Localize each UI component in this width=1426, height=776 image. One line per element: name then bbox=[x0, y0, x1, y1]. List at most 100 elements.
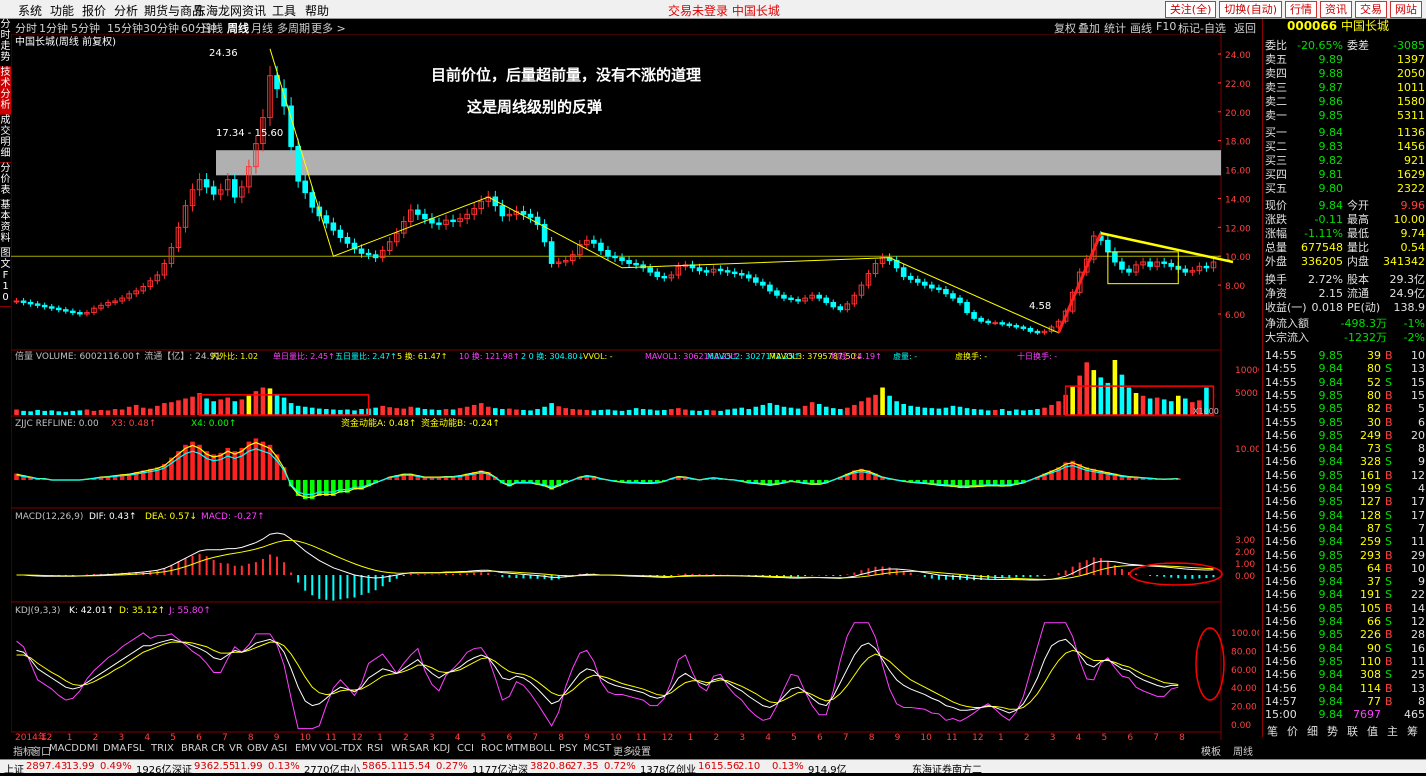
quote-cell: 14:56 bbox=[1265, 575, 1297, 589]
candle bbox=[48, 306, 55, 309]
chart-tool-4[interactable]: F10 bbox=[1156, 20, 1176, 33]
menu-item-5[interactable]: 东海龙网 bbox=[194, 2, 242, 19]
zjjc-header-item: 资金动能A: 0.48↑ bbox=[341, 417, 416, 429]
quote-tab-5[interactable]: 值 bbox=[1367, 725, 1378, 738]
indicator-tab-5[interactable]: FSL bbox=[127, 743, 145, 754]
indicator-tab-8[interactable]: CR bbox=[211, 743, 225, 754]
quote-cell: 9.85 bbox=[1318, 654, 1344, 668]
time-tick: 8 bbox=[1179, 733, 1185, 740]
menu-item-1[interactable]: 功能 bbox=[50, 2, 74, 19]
indicator-tab-18[interactable]: CCI bbox=[457, 743, 474, 754]
macd-header-item: DEA: 0.57↓ bbox=[145, 512, 197, 522]
indicator-tab-2[interactable]: MACD bbox=[49, 743, 79, 754]
indicator-tab-13[interactable]: VOL-TDX bbox=[319, 743, 362, 754]
zjjc-bar bbox=[218, 452, 224, 480]
indicator-tab-12[interactable]: EMV bbox=[295, 743, 317, 754]
candle bbox=[943, 288, 949, 295]
volume-bar bbox=[873, 394, 878, 415]
indicator-tab-21[interactable]: BOLL bbox=[529, 743, 555, 754]
quote-tab-2[interactable]: 细 bbox=[1307, 725, 1318, 738]
indicator-tab-11[interactable]: ASI bbox=[271, 743, 287, 754]
quote-tab-7[interactable]: 筹 bbox=[1407, 725, 1418, 738]
quote-cell: 13 bbox=[1411, 681, 1425, 695]
quote-tab-3[interactable]: 势 bbox=[1327, 725, 1338, 738]
quote-cell: 最高 bbox=[1347, 213, 1369, 226]
indicator-tab-6[interactable]: TRIX bbox=[151, 743, 174, 754]
quote-cell: 37 bbox=[1367, 575, 1381, 589]
quote-cell: 1629 bbox=[1397, 168, 1425, 181]
indicator-tab-7[interactable]: BRAR bbox=[181, 743, 208, 754]
volume-bar bbox=[577, 409, 583, 415]
indicator-tab-24[interactable]: 更多 bbox=[613, 743, 633, 758]
quote-tab-0[interactable]: 笔 bbox=[1267, 725, 1278, 738]
quote-tab-1[interactable]: 价 bbox=[1287, 725, 1298, 738]
indicator-tab-10[interactable]: OBV bbox=[247, 743, 268, 754]
quote-cell: 9.74 bbox=[1400, 227, 1426, 240]
indicator-tab-4[interactable]: DMA bbox=[103, 743, 126, 754]
left-tab-0[interactable]: 分时走势 bbox=[0, 19, 11, 67]
volume-bar bbox=[816, 404, 822, 415]
index-name-0[interactable]: 上证 bbox=[4, 761, 24, 776]
indicator-tab-9[interactable]: VR bbox=[229, 743, 243, 754]
menu-item-0[interactable]: 系统 bbox=[18, 2, 42, 19]
quote-cell: 28 bbox=[1411, 628, 1425, 642]
tick-row: 14:56 9.85 110 B 11 bbox=[1263, 655, 1426, 668]
index-name-2[interactable]: 中小 bbox=[340, 761, 360, 776]
quote-cell: 30 bbox=[1367, 415, 1381, 429]
top-button-3[interactable]: 资讯 bbox=[1320, 1, 1352, 18]
chart-area[interactable]: 24.0022.0020.0018.0016.0014.0012.0010.00… bbox=[11, 34, 1259, 740]
volume-bar bbox=[950, 405, 956, 415]
indicator-tab-20[interactable]: MTM bbox=[505, 743, 528, 754]
volume-bar bbox=[971, 409, 977, 415]
menu-item-7[interactable]: 工具 bbox=[272, 2, 296, 19]
menu-item-3[interactable]: 分析 bbox=[114, 2, 138, 19]
volume-bar bbox=[21, 410, 26, 415]
volume-bar bbox=[140, 407, 146, 415]
left-tab-4[interactable]: 基本资料 bbox=[0, 200, 11, 248]
index-name-4[interactable]: 创业 bbox=[676, 761, 696, 776]
top-button-5[interactable]: 网站 bbox=[1390, 1, 1422, 18]
menu-item-6[interactable]: 资讯 bbox=[242, 2, 266, 19]
volume-bar bbox=[1014, 409, 1019, 415]
indicator-tab-19[interactable]: ROC bbox=[481, 743, 503, 754]
indicator-tab-3[interactable]: DMI bbox=[79, 743, 98, 754]
indicator-tab-26[interactable]: 模板 bbox=[1201, 743, 1221, 758]
menu-item-8[interactable]: 帮助 bbox=[305, 2, 329, 19]
quote-tab-4[interactable]: 联 bbox=[1347, 725, 1358, 738]
tick-row: 15:00 9.84 7697 465 bbox=[1263, 708, 1426, 721]
kdj-panel[interactable] bbox=[11, 601, 1222, 733]
sell-level-2: 卖二 9.86 1580 bbox=[1263, 95, 1426, 108]
top-button-1[interactable]: 切换(自动) bbox=[1219, 1, 1282, 18]
quote-cell: 11 bbox=[1411, 654, 1425, 668]
top-button-2[interactable]: 行情 bbox=[1285, 1, 1317, 18]
indicator-tab-23[interactable]: MCST bbox=[583, 743, 611, 754]
quote-cell: 80 bbox=[1367, 362, 1381, 376]
volume-bar bbox=[28, 411, 33, 415]
indicator-tab-16[interactable]: SAR bbox=[409, 743, 429, 754]
top-button-4[interactable]: 交易 bbox=[1355, 1, 1387, 18]
left-tab-2[interactable]: 成交明细 bbox=[0, 115, 11, 163]
left-tab-1[interactable]: 技术分析 bbox=[0, 67, 11, 115]
index-name-3[interactable]: 沪深 bbox=[508, 761, 528, 776]
indicator-tab-14[interactable]: RSI bbox=[367, 743, 383, 754]
indicator-tab-1[interactable]: 窗口 bbox=[31, 743, 51, 758]
indicator-tab-25[interactable]: 设置 bbox=[631, 743, 651, 758]
indicator-tab-27[interactable]: 周线 bbox=[1233, 743, 1253, 758]
quote-tab-6[interactable]: 主 bbox=[1387, 725, 1398, 738]
indicator-tab-0[interactable]: 指标 bbox=[13, 743, 33, 758]
top-button-0[interactable]: 关注(全) bbox=[1164, 1, 1217, 18]
time-tick: 10 bbox=[300, 733, 312, 740]
quote-cell: 13 bbox=[1411, 362, 1425, 376]
volume-bar bbox=[1175, 395, 1181, 415]
indicator-tab-15[interactable]: WR bbox=[391, 743, 408, 754]
indicator-tab-22[interactable]: PSY bbox=[559, 743, 578, 754]
kdj-header-item: J: 55.80↑ bbox=[168, 606, 211, 616]
left-tab-5[interactable]: 图文F10 bbox=[0, 248, 11, 307]
quote-cell: B bbox=[1385, 601, 1393, 615]
left-tab-3[interactable]: 分价表 bbox=[0, 163, 11, 200]
indicator-tabs: 指标 窗口 MACD DMI DMA FSL TRIX BRAR CR VR OBV ASI EMV VO… bbox=[11, 743, 1259, 758]
indicator-tab-17[interactable]: KDJ bbox=[433, 743, 450, 754]
menu-item-2[interactable]: 报价 bbox=[82, 2, 106, 19]
index-name-1[interactable]: 深证 bbox=[172, 761, 192, 776]
time-tick: 5 bbox=[481, 733, 487, 740]
